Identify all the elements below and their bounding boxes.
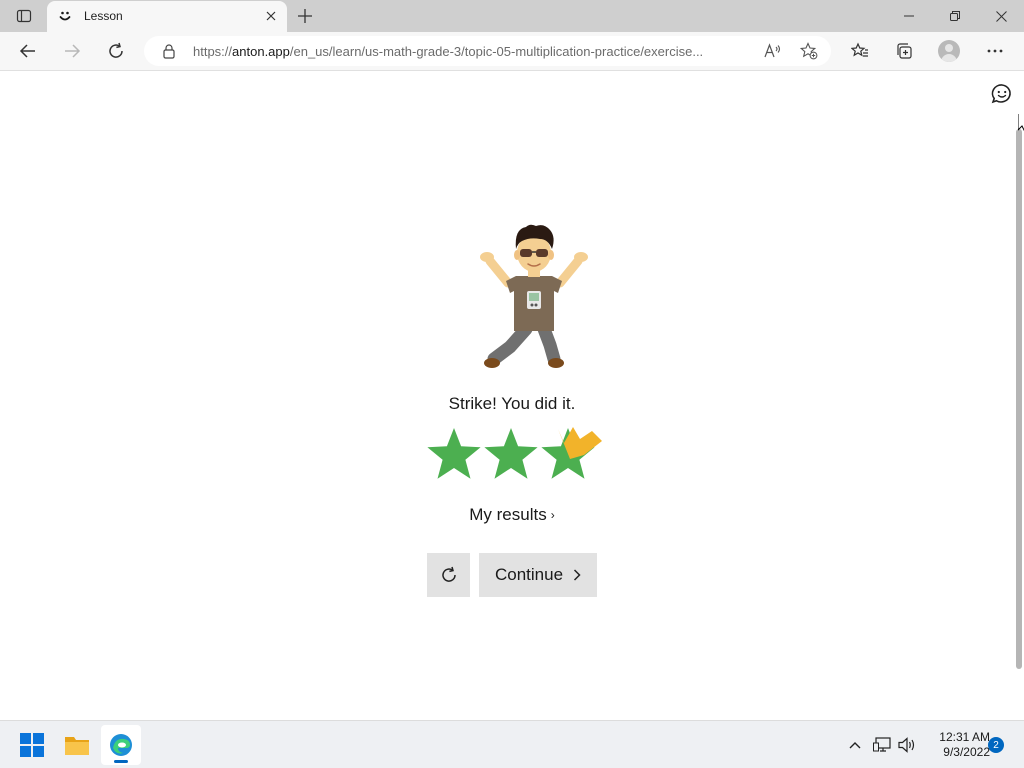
profile-avatar[interactable] [938, 40, 960, 62]
continue-button[interactable]: Continue [479, 553, 597, 597]
tab-close-button[interactable] [263, 8, 279, 24]
favorites-button[interactable] [844, 35, 876, 67]
clock-date: 9/3/2022 [943, 745, 990, 759]
celebrating-boy-mascot [480, 224, 588, 368]
page-scrollbar[interactable] [1016, 129, 1022, 669]
lock-icon [163, 44, 175, 59]
anton-smiley-icon [59, 11, 71, 21]
minimize-icon [904, 15, 914, 17]
network-icon [873, 737, 891, 752]
network-status-button[interactable] [872, 735, 892, 755]
mouse-pointer [1018, 114, 1024, 132]
chevron-up-icon [849, 742, 861, 749]
refresh-icon [109, 42, 123, 58]
close-icon [995, 10, 1007, 22]
url-host: anton.app [232, 44, 290, 59]
retry-button[interactable] [427, 553, 470, 597]
tab-actions-button[interactable] [8, 4, 40, 28]
result-message: Strike! You did it. [448, 394, 576, 413]
arrow-right-icon [65, 44, 81, 58]
tab-actions-icon [16, 9, 32, 23]
plus-icon [298, 9, 312, 23]
restore-button[interactable] [932, 0, 978, 32]
add-favorite-button[interactable] [797, 40, 821, 62]
windows-taskbar: 12:31 AM 9/3/2022 2 [0, 720, 1024, 768]
new-tab-button[interactable] [292, 4, 318, 28]
favorites-icon [851, 42, 868, 57]
url-scheme: https:// [193, 44, 233, 59]
lesson-page: Strike! You did it. My results › Continue [0, 71, 1024, 720]
address-bar[interactable]: https://anton.app/en_us/learn/us-math-gr… [144, 36, 831, 66]
tab-strip: Lesson [0, 0, 1024, 32]
edge-taskbar-button[interactable] [101, 725, 141, 765]
rating-star-2 [484, 428, 538, 479]
collections-button[interactable] [888, 35, 920, 67]
restore-icon [950, 11, 960, 21]
more-dots-icon [987, 49, 1003, 53]
tab-title: Lesson [84, 9, 123, 23]
edge-browser-icon [110, 734, 132, 756]
collections-icon [897, 43, 912, 59]
file-explorer-button[interactable] [57, 725, 97, 765]
browser-toolbar: https://anton.app/en_us/learn/us-math-gr… [0, 32, 1024, 71]
url-path: /en_us/learn/us-math-grade-3/topic-05-mu… [289, 44, 704, 59]
browser-tab[interactable]: Lesson [47, 1, 287, 32]
clock-time: 12:31 AM [939, 730, 990, 744]
forward-button[interactable] [56, 35, 88, 67]
show-hidden-icons-button[interactable] [845, 735, 865, 755]
star-rating [427, 427, 602, 479]
close-icon [266, 11, 276, 21]
windows-logo-icon [20, 733, 44, 757]
retry-icon [441, 566, 456, 582]
arrow-left-icon [19, 44, 35, 58]
my-results-label: My results [469, 505, 547, 524]
rating-star-1 [427, 428, 481, 479]
volume-button[interactable] [897, 735, 917, 755]
chevron-right-icon [573, 569, 581, 581]
taskbar-clock[interactable]: 12:31 AM 9/3/2022 [924, 730, 990, 760]
minimize-button[interactable] [886, 0, 932, 32]
start-button[interactable] [12, 725, 52, 765]
folder-icon [65, 737, 89, 755]
url-text: https://anton.app/en_us/learn/us-math-gr… [193, 44, 759, 59]
star-add-icon [800, 42, 818, 60]
settings-menu-button[interactable] [979, 35, 1011, 67]
notification-badge[interactable]: 2 [988, 737, 1004, 753]
read-aloud-button[interactable] [761, 40, 785, 62]
continue-label: Continue [494, 565, 564, 584]
chevron-right-icon: › [550, 508, 555, 522]
my-results-link[interactable]: My results › [412, 505, 612, 525]
read-aloud-icon [764, 43, 781, 58]
close-window-button[interactable] [978, 0, 1024, 32]
feedback-chat-icon[interactable] [990, 82, 1014, 106]
speaker-icon [898, 737, 915, 753]
refresh-button[interactable] [100, 35, 132, 67]
back-button[interactable] [12, 35, 44, 67]
